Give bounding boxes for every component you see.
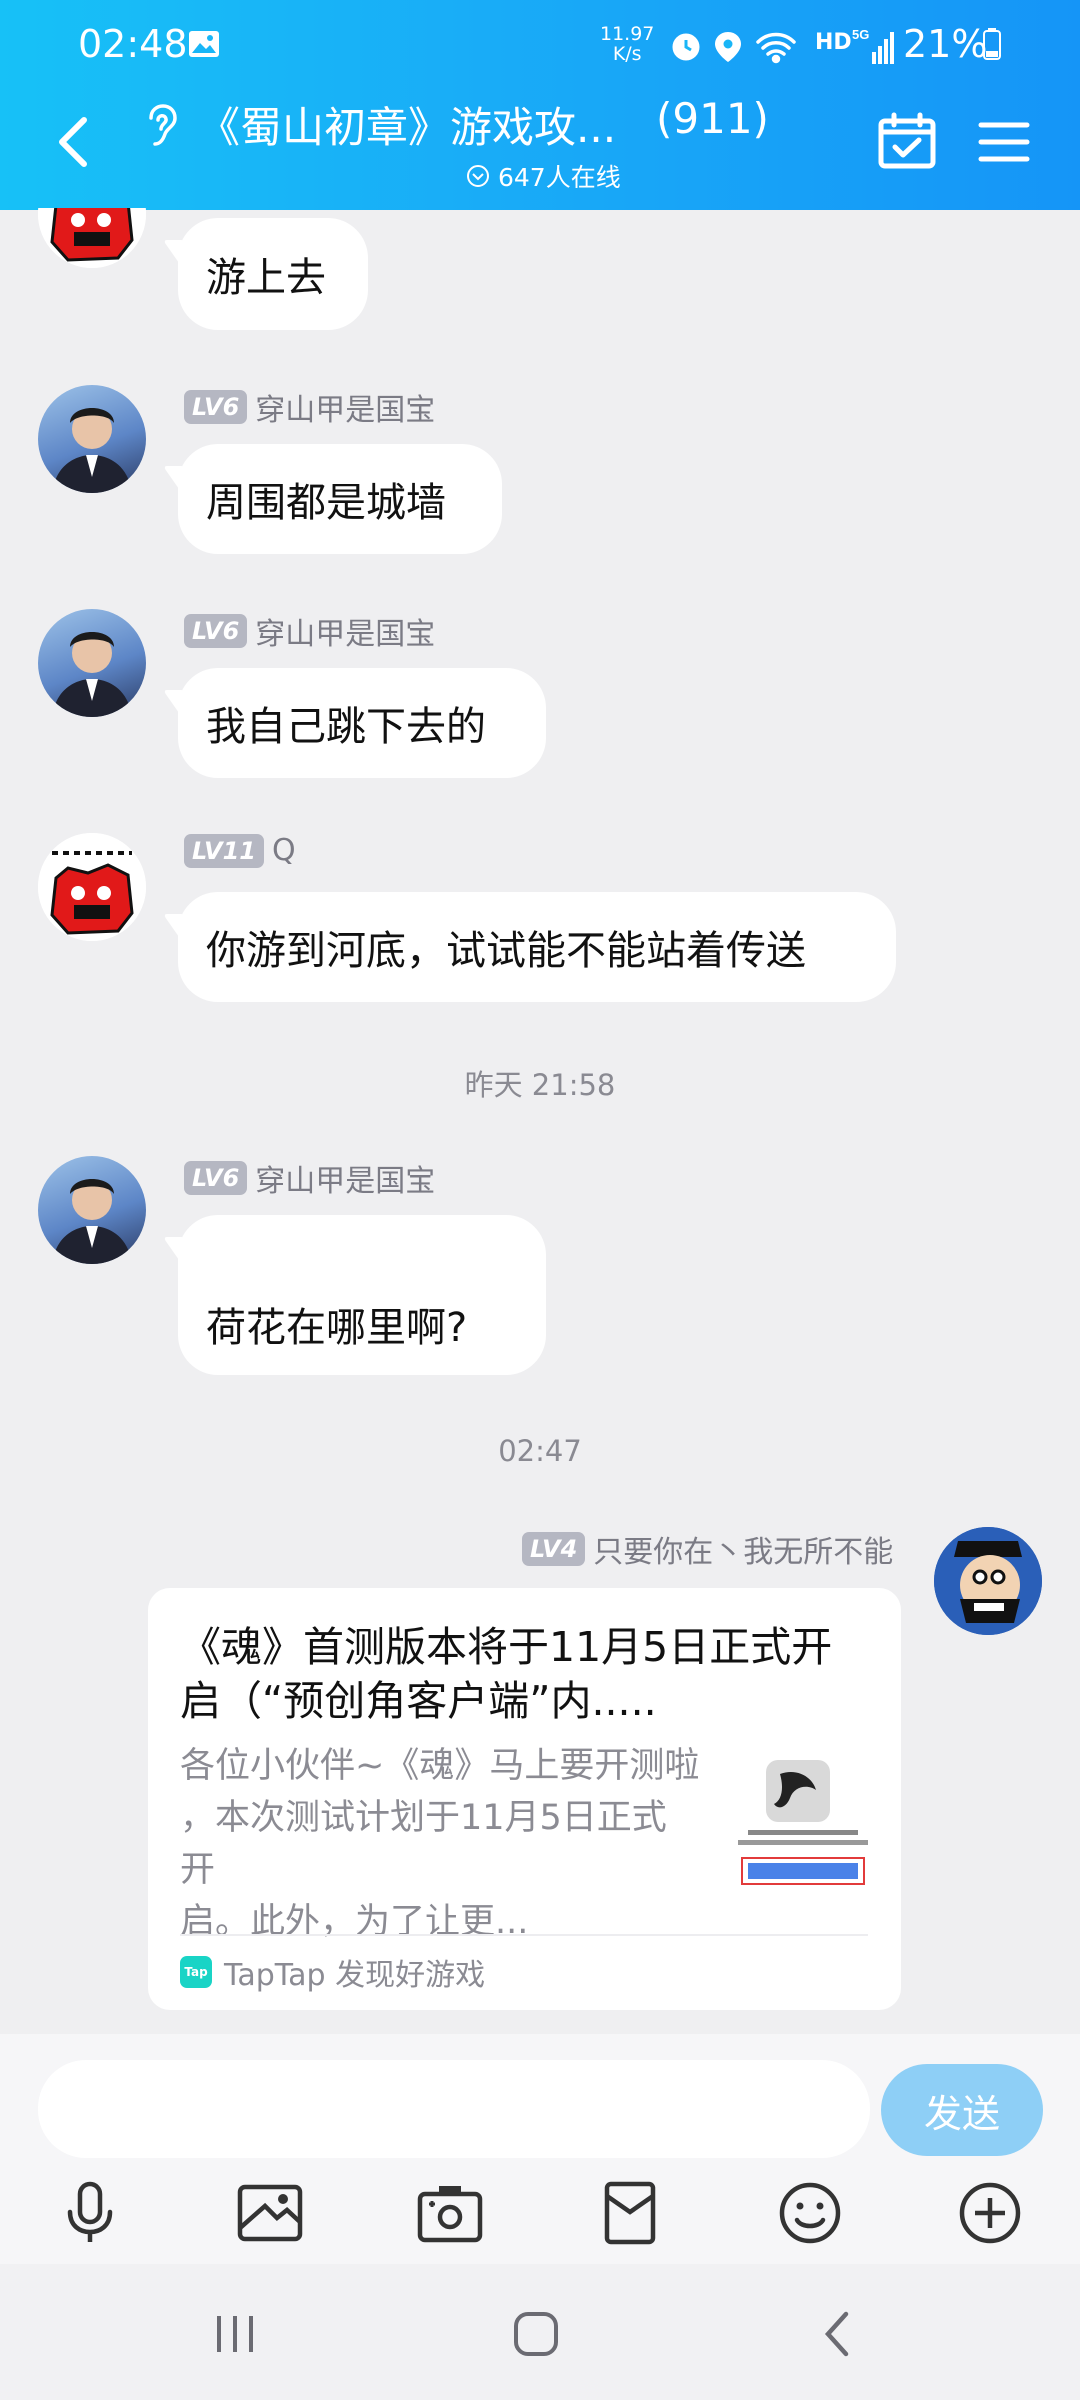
back-icon[interactable] xyxy=(808,2304,868,2364)
avatar[interactable] xyxy=(38,385,146,493)
timestamp: 昨天 21:58 xyxy=(464,1068,616,1102)
sender-info: LV6 穿山甲是国宝 xyxy=(184,385,435,429)
signal-icon: 5G xyxy=(852,27,894,64)
self-sender-info: LV4 只要你在丶我无所不能 xyxy=(522,1527,893,1571)
status-icons xyxy=(672,32,796,64)
app-header: 02:48 11.97 K/s HD 5G 21% 《蜀山初章》游戏攻... (… xyxy=(0,0,1080,210)
sender-name[interactable]: 穿山甲是国宝 xyxy=(255,385,435,429)
self-avatar[interactable] xyxy=(934,1527,1042,1635)
message-bubble[interactable]: 你游到河底，试试能不能站着传送 xyxy=(178,892,896,1002)
home-icon[interactable] xyxy=(506,2304,566,2364)
sender-name[interactable]: 穿山甲是国宝 xyxy=(255,609,435,653)
timestamp: 02:47 xyxy=(498,1434,582,1468)
level-badge: LV6 xyxy=(184,390,248,424)
sender-info: LV6 穿山甲是国宝 xyxy=(184,609,435,653)
avatar[interactable] xyxy=(38,1156,146,1264)
camera-icon[interactable] xyxy=(415,2178,485,2248)
game-thumbnail-icon xyxy=(728,1754,878,1894)
message-input[interactable] xyxy=(38,2060,870,2158)
cartoon-avatar-icon xyxy=(934,1527,1042,1635)
recents-icon[interactable] xyxy=(205,2304,265,2364)
card-source: Tap TapTap 发现好游戏 xyxy=(180,1950,485,1994)
level-badge: LV6 xyxy=(184,614,248,648)
back-button[interactable] xyxy=(52,112,96,172)
wifi-icon xyxy=(756,32,796,64)
sender-info: LV11 Q xyxy=(184,833,296,868)
send-button[interactable]: 发送 xyxy=(881,2064,1043,2156)
status-time: 02:48 xyxy=(78,22,188,66)
plus-icon[interactable] xyxy=(955,2178,1025,2248)
network-speed: 11.97 K/s xyxy=(600,23,655,65)
red-packet-icon[interactable] xyxy=(595,2178,665,2248)
calendar-check-icon[interactable] xyxy=(878,112,936,170)
network-type: HD xyxy=(815,30,852,55)
system-nav-bar xyxy=(0,2264,1080,2400)
microphone-icon[interactable] xyxy=(55,2178,125,2248)
gallery-notification-icon xyxy=(189,31,219,57)
divider xyxy=(180,1934,868,1936)
sender-name[interactable]: 只要你在丶我无所不能 xyxy=(593,1527,893,1571)
singer-avatar-icon xyxy=(52,408,132,493)
svg-text:5G: 5G xyxy=(852,27,869,42)
member-count: (911) xyxy=(656,94,769,143)
share-card[interactable]: 《魂》首测版本将于11月5日正式开 启（“预创角客户端”内..... 各位小伙伴… xyxy=(148,1588,901,2010)
battery-percent: 21% xyxy=(903,22,988,66)
level-badge: LV6 xyxy=(184,1161,248,1195)
avatar[interactable] xyxy=(38,833,146,941)
group-title[interactable]: 《蜀山初章》游戏攻... xyxy=(198,94,616,155)
singer-avatar-icon xyxy=(52,1179,132,1264)
message-bubble[interactable]: 我自己跳下去的 xyxy=(178,668,546,778)
status-bar: 02:48 11.97 K/s HD 5G 21% xyxy=(0,0,1080,96)
image-icon[interactable] xyxy=(235,2178,305,2248)
avatar[interactable] xyxy=(38,609,146,717)
online-count: 647人在线 xyxy=(498,163,621,192)
chevron-down-circle-icon xyxy=(467,165,489,187)
input-area: 发送 xyxy=(0,2034,1080,2264)
battery-icon xyxy=(983,28,1001,60)
message-bubble[interactable]: 周围都是城墙 xyxy=(178,444,502,554)
ear-icon[interactable] xyxy=(143,102,179,148)
red-monster-avatar-icon xyxy=(38,833,146,941)
emoji-icon[interactable] xyxy=(775,2178,845,2248)
menu-icon[interactable] xyxy=(978,120,1030,164)
location-icon xyxy=(715,32,741,62)
message-bubble[interactable]: 荷花在哪里啊? xyxy=(178,1215,546,1375)
singer-avatar-icon xyxy=(52,632,132,717)
card-description: 各位小伙伴~《魂》马上要开测啦 ，本次测试计划于11月5日正式开 启。此外，为了… xyxy=(180,1746,700,1942)
alarm-icon xyxy=(672,33,700,61)
level-badge: LV4 xyxy=(522,1532,586,1566)
card-title: 《魂》首测版本将于11月5日正式开 启（“预创角客户端”内..... xyxy=(180,1623,833,1725)
sender-name[interactable]: Q xyxy=(272,833,296,868)
online-status: 647人在线 xyxy=(466,158,621,194)
sender-name[interactable]: 穿山甲是国宝 xyxy=(255,1156,435,1200)
level-badge: LV11 xyxy=(184,833,264,868)
sender-info: LV6 穿山甲是国宝 xyxy=(184,1156,435,1200)
taptap-logo-icon: Tap xyxy=(180,1956,212,1988)
message-bubble[interactable]: 游上去 xyxy=(178,218,368,330)
